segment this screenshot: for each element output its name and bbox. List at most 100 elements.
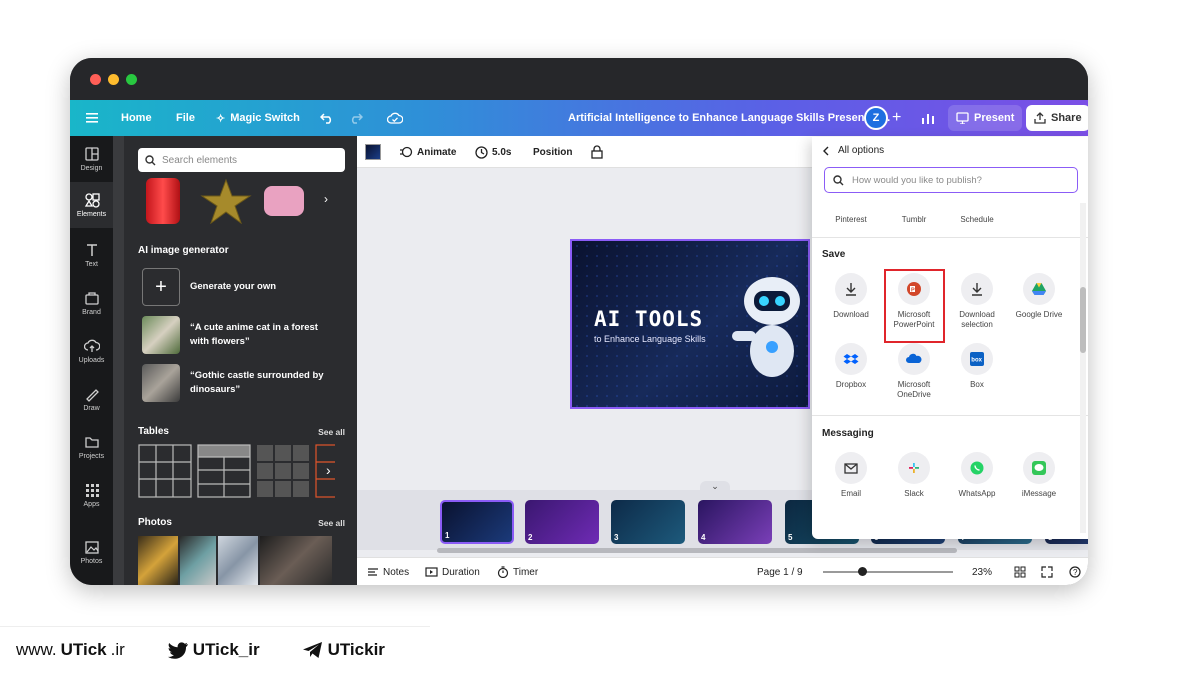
- grid-view-button[interactable]: [1014, 558, 1026, 585]
- element-can[interactable]: [146, 178, 180, 224]
- rail-item-elements[interactable]: Elements: [70, 182, 113, 228]
- present-button[interactable]: Present: [948, 105, 1023, 131]
- schedule-option[interactable]: Schedule: [946, 215, 1008, 225]
- whatsapp-option[interactable]: WhatsApp: [946, 452, 1008, 499]
- thumbnails-scrollbar[interactable]: [437, 548, 957, 553]
- slide-subtitle[interactable]: to Enhance Language Skills: [594, 334, 706, 344]
- imessage-option[interactable]: iMessage: [1008, 452, 1070, 499]
- menu-button[interactable]: [86, 100, 98, 136]
- duration-button[interactable]: 5.0s: [475, 136, 511, 168]
- rail-item-projects[interactable]: Projects: [70, 424, 113, 470]
- photo-thumb-3[interactable]: [218, 536, 258, 585]
- timer-button[interactable]: Timer: [497, 558, 538, 585]
- twitter-handle[interactable]: UTick_ir: [167, 640, 260, 660]
- tumblr-option[interactable]: Tumblr: [883, 215, 945, 225]
- help-button[interactable]: ?: [1069, 558, 1081, 585]
- element-candle[interactable]: [264, 186, 304, 216]
- page-thumbnail[interactable]: 1: [440, 500, 514, 544]
- page-thumbnail[interactable]: 2: [525, 500, 599, 544]
- publish-scrollbar[interactable]: [1080, 287, 1086, 353]
- option-label: Download selection: [959, 310, 995, 329]
- email-option[interactable]: Email: [820, 452, 882, 499]
- option-label: Box: [970, 380, 984, 389]
- table-grid-3[interactable]: [256, 444, 310, 498]
- page-indicator[interactable]: Page 1 / 9: [757, 558, 803, 585]
- slide-canvas[interactable]: AI TOOLS to Enhance Language Skills: [570, 239, 810, 409]
- close-window-button[interactable]: [90, 74, 101, 85]
- generate-your-own-button[interactable]: + Generate your own: [142, 268, 276, 306]
- rail-item-apps[interactable]: Apps: [70, 472, 113, 518]
- page-thumbnail[interactable]: 4: [698, 500, 772, 544]
- design-title[interactable]: Artificial Intelligence to Enhance Langu…: [568, 100, 890, 136]
- microsoft-powerpoint-option[interactable]: P Microsoft PowerPoint: [883, 273, 945, 330]
- pinterest-option[interactable]: Pinterest: [820, 215, 882, 225]
- maximize-window-button[interactable]: [126, 74, 137, 85]
- redo-button[interactable]: [349, 100, 363, 136]
- zoom-level[interactable]: 23%: [972, 558, 992, 585]
- photos-see-all-link[interactable]: See all: [318, 518, 345, 528]
- position-button[interactable]: Position: [533, 136, 572, 168]
- fullscreen-button[interactable]: [1041, 558, 1053, 585]
- download-selection-option[interactable]: Download selection: [946, 273, 1008, 330]
- telegram-handle[interactable]: UTickir: [302, 640, 385, 660]
- option-icon-circle: box: [961, 343, 993, 375]
- slack-option[interactable]: Slack: [883, 452, 945, 499]
- box-option[interactable]: box Box: [946, 343, 1008, 390]
- rail-item-label: Brand: [82, 309, 101, 316]
- table-grid-2[interactable]: [197, 444, 251, 498]
- magic-switch-button[interactable]: ✧ Magic Switch: [216, 100, 300, 136]
- photo-thumb-4[interactable]: [260, 536, 332, 585]
- avatar[interactable]: Z: [864, 106, 888, 130]
- rail-item-draw[interactable]: Draw: [70, 376, 113, 422]
- zoom-slider[interactable]: [823, 558, 953, 585]
- dropbox-option[interactable]: Dropbox: [820, 343, 882, 390]
- table-grid-4[interactable]: [315, 444, 335, 498]
- chevron-left-icon: [823, 146, 829, 155]
- ai-prompt-castle[interactable]: “Gothic castle surrounded by dinosaurs”: [142, 364, 330, 402]
- notes-button[interactable]: Notes: [367, 558, 409, 585]
- google-drive-option[interactable]: Google Drive: [1008, 273, 1070, 320]
- undo-button[interactable]: [320, 100, 334, 136]
- tables-see-all-link[interactable]: See all: [318, 427, 345, 437]
- site-url[interactable]: www. UTick .ir: [16, 640, 125, 660]
- cloud-save-status[interactable]: [387, 100, 403, 136]
- microsoft-onedrive-option[interactable]: Microsoft OneDrive: [883, 343, 945, 400]
- home-button[interactable]: Home: [121, 100, 152, 136]
- publish-search-input[interactable]: How would you like to publish?: [824, 167, 1078, 193]
- robot-illustration[interactable]: [732, 261, 810, 391]
- rail-item-design[interactable]: Design: [70, 136, 113, 182]
- element-more-arrow[interactable]: ›: [324, 192, 328, 206]
- rail-item-label: Uploads: [78, 357, 105, 364]
- add-collaborator-button[interactable]: +: [892, 100, 901, 136]
- tables-next-arrow[interactable]: ›: [326, 462, 331, 478]
- rail-item-brand[interactable]: Brand: [70, 280, 113, 326]
- photo-thumb-2[interactable]: [180, 536, 216, 585]
- rail-item-uploads[interactable]: Uploads: [70, 328, 113, 374]
- file-menu[interactable]: File: [176, 100, 195, 136]
- search-icon: [145, 154, 156, 165]
- photo-thumb-1[interactable]: [138, 536, 178, 585]
- rail-item-text[interactable]: Text: [70, 232, 113, 278]
- all-options-back-button[interactable]: All options: [822, 145, 884, 156]
- option-icon-circle: [835, 273, 867, 305]
- insights-button[interactable]: [921, 100, 935, 136]
- table-grid-1[interactable]: [138, 444, 192, 498]
- brand-icon: [84, 292, 99, 305]
- duration-toggle-button[interactable]: Duration: [425, 558, 480, 585]
- slide-title[interactable]: AI TOOLS: [594, 307, 703, 331]
- page-thumbnail[interactable]: 3: [611, 500, 685, 544]
- messaging-section-title: Messaging: [822, 428, 874, 439]
- element-star[interactable]: [200, 178, 252, 224]
- rail-item-photos[interactable]: Photos: [70, 529, 113, 575]
- download-option[interactable]: Download: [820, 273, 882, 320]
- zoom-knob[interactable]: [858, 567, 867, 576]
- search-elements-input[interactable]: Search elements: [138, 148, 345, 172]
- svg-text:box: box: [971, 358, 982, 364]
- color-swatch[interactable]: [365, 136, 381, 168]
- photos-icon: [84, 541, 99, 554]
- ai-prompt-cat[interactable]: “A cute anime cat in a forest with flowe…: [142, 316, 330, 354]
- lock-button[interactable]: [591, 136, 603, 168]
- share-button[interactable]: Share: [1026, 105, 1088, 131]
- animate-button[interactable]: Animate: [399, 136, 456, 168]
- minimize-window-button[interactable]: [108, 74, 119, 85]
